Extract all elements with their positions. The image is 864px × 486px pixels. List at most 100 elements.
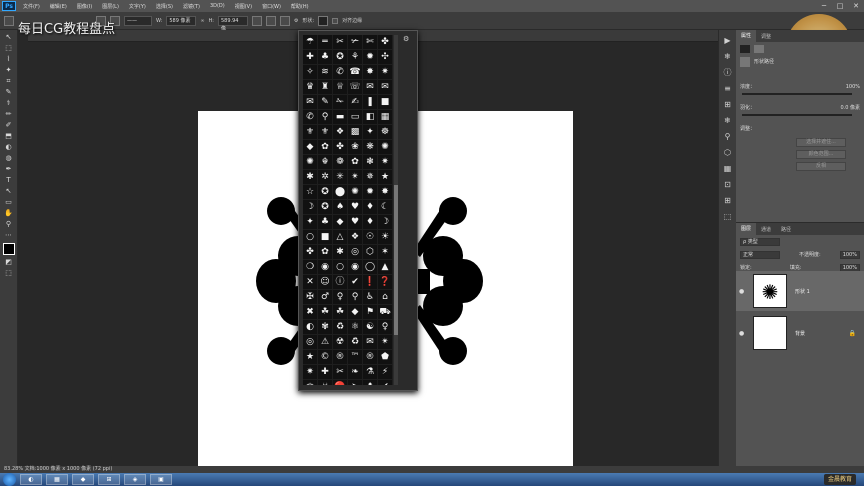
more-tools-icon[interactable]: ⋯ (4, 231, 14, 239)
color-swatches[interactable] (2, 243, 15, 255)
shape-preset-cell[interactable]: ◉ (348, 260, 362, 274)
clone-stamp-tool-icon[interactable]: ✐ (4, 121, 14, 129)
shape-preset-cell[interactable]: ✹ (363, 50, 377, 64)
shape-preset-cell[interactable]: ◯ (363, 260, 377, 274)
shape-preset-cell[interactable]: ✔ (378, 380, 392, 385)
shape-preset-cell[interactable]: ✪ (318, 185, 332, 199)
tab-adjustments[interactable]: 调整 (756, 33, 776, 40)
shape-preset-cell[interactable]: ○ (303, 230, 317, 244)
shape-preset-cell[interactable]: ✦ (303, 215, 317, 229)
shape-preset-cell[interactable]: ✸ (378, 185, 392, 199)
shape-preset-cell[interactable]: ✉ (363, 80, 377, 94)
shape-preset-cell[interactable]: ✆ (333, 65, 347, 79)
shape-preset-cell[interactable]: ☉ (363, 230, 377, 244)
shape-preset-cell[interactable]: ✄ (363, 35, 377, 49)
shape-preset-cell[interactable]: ✍ (348, 95, 362, 109)
close-icon[interactable]: ✕ (848, 0, 864, 12)
shape-preset-cell[interactable]: ✷ (378, 155, 392, 169)
shape-preset-cell[interactable]: ✠ (303, 290, 317, 304)
shape-preset-cell[interactable]: ☽ (303, 200, 317, 214)
tab-channels[interactable]: 通道 (756, 226, 776, 233)
height-field[interactable]: 589.94 像 (217, 15, 248, 32)
shape-preset-cell[interactable]: ✪ (318, 200, 332, 214)
shape-preset-cell[interactable]: ❧ (348, 365, 362, 379)
shape-preset-cell[interactable]: ✆ (303, 110, 317, 124)
shape-preset-cell[interactable]: ♦ (363, 215, 377, 229)
shape-preset-cell[interactable]: ✸ (363, 65, 377, 79)
picker-gear-icon[interactable]: ⚙ (403, 35, 409, 43)
shape-preset-cell[interactable]: ⛔ (333, 380, 347, 385)
feather-value[interactable]: 0.0 像素 (840, 104, 860, 111)
shape-preset-cell[interactable]: ◎ (348, 245, 362, 259)
quick-mask-icon[interactable]: ◩ (4, 258, 14, 266)
shape-preset-cell[interactable]: ⚲ (318, 110, 332, 124)
shape-preset-cell[interactable]: ◆ (303, 140, 317, 154)
select-and-mask-button[interactable]: 选择并遮住... (796, 138, 846, 147)
density-slider[interactable] (742, 93, 852, 95)
info-icon[interactable]: ⓘ (723, 68, 733, 78)
eraser-tool-icon[interactable]: ⬒ (4, 132, 14, 140)
marquee-tool-icon[interactable]: ⬚ (4, 44, 14, 52)
search-icon[interactable]: ⚲ (723, 132, 733, 142)
shape-preset-cell[interactable]: ☾ (378, 200, 392, 214)
shape-preset-cell[interactable]: ✪ (333, 50, 347, 64)
shape-preset-cell[interactable]: ☽ (378, 215, 392, 229)
shape-preset-cell[interactable]: ♥ (348, 215, 362, 229)
shape-preset-cell[interactable]: ® (333, 350, 347, 364)
shape-preset-cell[interactable]: ❋ (363, 140, 377, 154)
vector-mask-icon[interactable] (754, 44, 764, 53)
shape-preset-cell[interactable]: ♠ (333, 200, 347, 214)
shape-preset-cell[interactable]: ✹ (363, 185, 377, 199)
shape-preset-cell[interactable]: ✿ (348, 155, 362, 169)
link-icon[interactable]: ∞ (200, 18, 204, 24)
shape-preset-cell[interactable]: ⚗ (363, 365, 377, 379)
tool-preset-icon[interactable] (4, 15, 14, 26)
shape-preset-cell[interactable]: ✺ (303, 155, 317, 169)
picker-scroll-thumb[interactable] (394, 185, 398, 335)
shape-preset-cell[interactable]: ✉ (378, 80, 392, 94)
shape-preset-cell[interactable]: ✁ (333, 95, 347, 109)
shape-preset-cell[interactable]: ✲ (318, 170, 332, 184)
shape-preset-cell[interactable]: ❖ (348, 230, 362, 244)
shape-preset-cell[interactable]: ✔ (348, 275, 362, 289)
screen-mode-icon[interactable]: ⬚ (4, 269, 14, 277)
shape-preset-dropdown[interactable] (318, 15, 329, 26)
shape-preset-cell[interactable]: ♥ (348, 200, 362, 214)
taskbar-app-icon[interactable]: ⊞ (98, 474, 120, 485)
grid-icon[interactable]: ⊞ (723, 100, 733, 110)
shape-preset-cell[interactable]: ❗ (363, 275, 377, 289)
shape-preset-cell[interactable]: ⬡ (363, 245, 377, 259)
path-arrange-icon[interactable] (279, 15, 290, 26)
shape-preset-cell[interactable]: ❍ (303, 260, 317, 274)
align-edges-checkbox[interactable] (332, 17, 339, 24)
shape-preset-cell[interactable]: ═ (318, 35, 332, 49)
path-selection-tool-icon[interactable]: ↖ (4, 187, 14, 195)
shape-preset-cell[interactable]: ◎ (303, 335, 317, 349)
shape-preset-cell[interactable]: ✣ (378, 50, 392, 64)
menu-image[interactable]: 图像(I) (72, 3, 97, 10)
menu-file[interactable]: 文件(F) (18, 3, 45, 10)
width-field[interactable]: 589 像素 (166, 15, 197, 26)
taskbar-app-icon[interactable]: ◈ (124, 474, 146, 485)
layer-name[interactable]: 形状 1 (795, 288, 810, 295)
shape-preset-cell[interactable]: ☺ (318, 275, 332, 289)
layer-name[interactable]: 背景 (795, 330, 805, 337)
shape-preset-cell[interactable]: △ (333, 230, 347, 244)
shape-preset-cell[interactable]: ⬟ (378, 350, 392, 364)
shape-preset-cell[interactable]: ⛟ (378, 305, 392, 319)
opacity-field[interactable]: 100% (839, 250, 860, 259)
shape-tool-icon[interactable]: ▭ (4, 198, 14, 206)
shape-preset-cell[interactable]: ✦ (363, 125, 377, 139)
shape-preset-cell[interactable]: ◉ (318, 260, 332, 274)
shape-preset-cell[interactable]: ✴ (378, 335, 392, 349)
taskbar-app-icon[interactable]: ▦ (46, 474, 68, 485)
shape-preset-cell[interactable]: ◧ (363, 110, 377, 124)
shape-preset-cell[interactable]: ✳ (333, 170, 347, 184)
shape-preset-cell[interactable]: ♣ (318, 50, 332, 64)
shape-preset-cell[interactable]: ♀ (333, 290, 347, 304)
shape-preset-cell[interactable]: ✺ (378, 140, 392, 154)
menu-select[interactable]: 选择(S) (151, 3, 178, 10)
maximize-icon[interactable]: □ (832, 0, 848, 12)
shape-preset-cell[interactable]: ☘ (333, 305, 347, 319)
gradient-tool-icon[interactable]: ◐ (4, 143, 14, 151)
